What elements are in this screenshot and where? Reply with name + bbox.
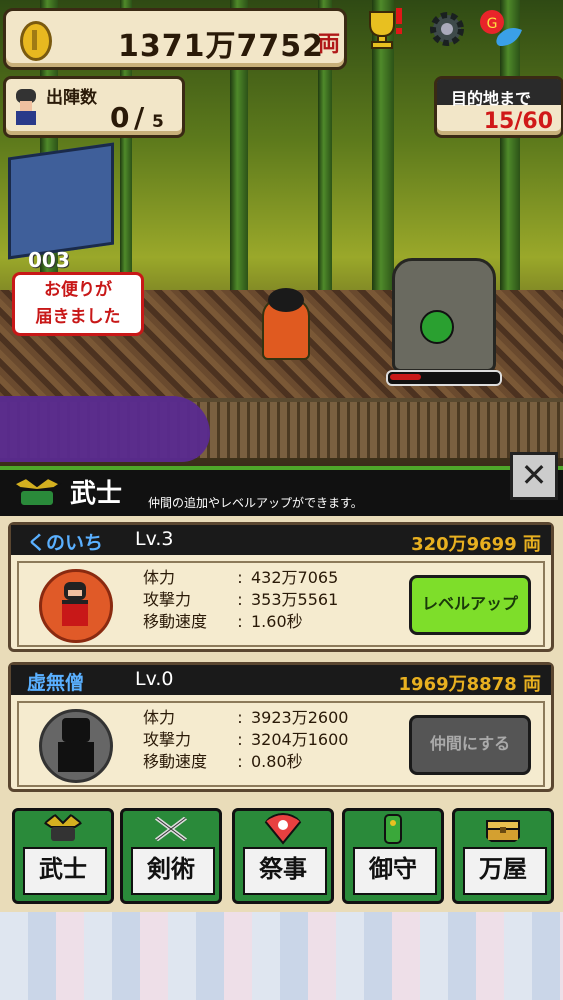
stat-attack-label: 攻撃力 — [143, 730, 192, 749]
nav-label: 万屋 — [479, 855, 527, 883]
recruit-button[interactable]: 仲間にする — [409, 715, 531, 775]
komuso-silhouette-icon — [58, 718, 94, 772]
unit-card-kunoichi: くのいち Lv.3 320万9699 両 体力:432万7065 攻撃力:353… — [8, 522, 554, 652]
stat-hp-label: 体力 — [143, 708, 176, 727]
samurai-icon — [16, 89, 36, 125]
stat-attack-label: 攻撃力 — [143, 590, 192, 609]
nav-label: 祭事 — [259, 855, 307, 883]
mailbox-icon[interactable] — [8, 142, 114, 260]
nav-label: 武士 — [39, 855, 87, 883]
sortie-slash: / — [134, 101, 145, 134]
sortie-max: 5 — [152, 112, 164, 132]
stat-hp-value: 432万7065 — [251, 568, 339, 587]
gear-icon[interactable] — [424, 6, 470, 52]
komuso-avatar — [39, 709, 113, 783]
poison-puddle — [0, 396, 210, 462]
unit-stats: 体力:3923万2600 攻撃力:3204万1600 移動速度:0.80秒 — [143, 708, 349, 771]
stat-hp-value: 3923万2600 — [251, 708, 349, 727]
close-button[interactable]: ✕ — [510, 452, 558, 500]
mail-notification-line2: 届きました — [35, 307, 121, 327]
share-icon[interactable]: G — [478, 6, 524, 52]
player-character — [262, 288, 310, 360]
trophy-icon[interactable] — [360, 6, 406, 52]
crossed-swords-icon — [153, 815, 189, 843]
helmet-icon — [43, 813, 83, 841]
mail-count: 003 — [28, 248, 70, 272]
unit-price: 1969万8878 両 — [398, 674, 541, 695]
kunoichi-icon — [62, 582, 88, 626]
mail-notification[interactable]: お便りが 届きました — [12, 272, 144, 336]
unit-level: Lv.0 — [135, 668, 174, 690]
stat-speed-value: 0.80秒 — [251, 752, 303, 771]
nav-charm[interactable]: 御守 — [342, 808, 444, 904]
level-up-button[interactable]: レベルアップ — [409, 575, 531, 635]
panel-subtitle: 仲間の追加やレベルアップができます。 — [148, 496, 363, 510]
sortie-counter: 出陣数 0 / 5 — [3, 76, 185, 138]
unit-stats: 体力:432万7065 攻撃力:353万5561 移動速度:1.60秒 — [143, 568, 339, 631]
coin-icon — [20, 21, 52, 61]
svg-text:G: G — [487, 16, 498, 32]
sortie-label: 出陣数 — [46, 88, 97, 108]
enemy-hp-fill — [390, 374, 421, 380]
nav-label: 剣術 — [147, 855, 195, 883]
stat-speed-label: 移動速度 — [143, 752, 208, 771]
charm-icon — [384, 814, 402, 844]
stat-speed-value: 1.60秒 — [251, 612, 303, 631]
destination-label: 目的地まで — [451, 89, 532, 108]
nav-shop[interactable]: 万屋 — [452, 808, 554, 904]
nav-label: 御守 — [369, 855, 417, 883]
money-display: 1371万7752 両 — [3, 8, 347, 70]
unit-price: 320万9699 両 — [411, 534, 541, 555]
unit-name: 虚無僧 — [27, 672, 85, 694]
chest-icon — [486, 820, 520, 842]
ad-banner[interactable] — [0, 912, 563, 1000]
destination-value: 15/60 — [483, 109, 553, 134]
stat-attack-value: 353万5561 — [251, 590, 339, 609]
helmet-icon — [12, 476, 62, 507]
destination-counter: 目的地まで 15/60 — [434, 76, 563, 138]
unit-level: Lv.3 — [135, 528, 174, 550]
nav-samurai[interactable]: 武士 — [12, 808, 114, 904]
kunoichi-avatar — [39, 569, 113, 643]
unit-name: くのいち — [27, 532, 104, 554]
unit-card-komuso: 虚無僧 Lv.0 1969万8878 両 体力:3923万2600 攻撃力:32… — [8, 662, 554, 792]
fan-icon — [263, 813, 303, 845]
money-unit: 両 — [317, 32, 340, 57]
stat-hp-label: 体力 — [143, 568, 176, 587]
nav-festival[interactable]: 祭事 — [232, 808, 334, 904]
stat-attack-value: 3204万1600 — [251, 730, 349, 749]
mail-notification-line1: お便りが — [44, 280, 112, 300]
panel-title: 武士 — [70, 479, 123, 509]
enemy-mouth — [420, 310, 454, 344]
nav-swordsmanship[interactable]: 剣術 — [120, 808, 222, 904]
money-value: 1371万7752 — [118, 29, 324, 64]
sortie-current: 0 — [110, 101, 130, 134]
stat-speed-label: 移動速度 — [143, 612, 208, 631]
